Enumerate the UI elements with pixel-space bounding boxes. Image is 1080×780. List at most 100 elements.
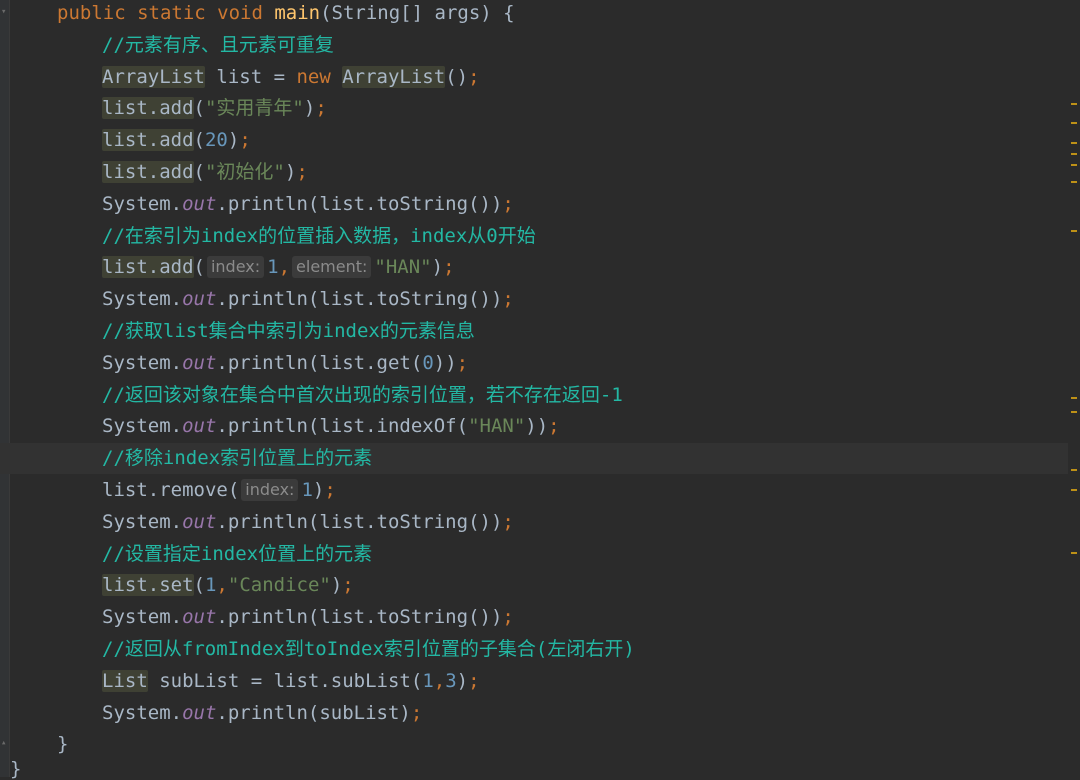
code-token: ; <box>502 192 514 215</box>
code-line[interactable]: list.add("初始化"); <box>0 157 1068 188</box>
code-token: new <box>296 65 343 88</box>
code-token: out <box>182 288 217 311</box>
code-token: ( <box>193 129 205 152</box>
code-token: subList = list.subList( <box>147 669 423 692</box>
code-token: 3 <box>445 669 457 692</box>
code-line[interactable]: System.out.println(list.toString()); <box>0 602 1068 633</box>
code-line[interactable]: //返回该对象在集合中首次出现的索引位置，若不存在返回-1 <box>0 380 1068 411</box>
code-token: System. <box>102 510 183 533</box>
code-token: ; <box>502 510 514 533</box>
code-line[interactable]: list.set(1,"Candice"); <box>0 570 1068 601</box>
code-token: ; <box>410 701 423 724</box>
warning-marker[interactable] <box>1071 181 1077 183</box>
code-line[interactable]: System.out.println(list.toString()); <box>0 507 1068 538</box>
code-token: ) <box>312 479 325 501</box>
warning-marker[interactable] <box>1071 411 1077 413</box>
code-token: 1 <box>301 479 313 501</box>
code-token: () <box>445 65 469 88</box>
code-token: ; <box>239 129 251 152</box>
code-token: "HAN" <box>468 415 526 438</box>
code-line[interactable]: //元素有序、且元素可重复 <box>0 30 1068 61</box>
code-line[interactable]: //设置指定index位置上的元素 <box>0 539 1068 570</box>
code-token: ; <box>502 606 514 629</box>
code-token: list.set <box>102 574 194 597</box>
code-token: .println(list.toString()) <box>216 510 503 533</box>
code-line[interactable]: System.out.println(list.toString()); <box>0 189 1068 220</box>
code-token: ) <box>330 574 343 597</box>
warning-marker[interactable] <box>1071 122 1077 124</box>
code-token: ) <box>284 161 297 183</box>
code-token: .println(list.get( <box>216 351 423 374</box>
code-token: //获取list集合中索引为index的元素信息 <box>102 320 475 342</box>
code-token: list = <box>204 65 297 88</box>
code-line[interactable]: list.add(20); <box>0 125 1068 156</box>
code-token: list.add <box>102 256 194 279</box>
code-token: .println(list.toString()) <box>216 192 503 215</box>
warning-marker[interactable] <box>1071 153 1077 155</box>
code-token: 1 <box>267 256 279 279</box>
code-line[interactable]: list.remove(index: 1); <box>0 475 1068 506</box>
parameter-hint: element: <box>292 256 372 279</box>
code-line[interactable]: //移除index索引位置上的元素 <box>0 443 1068 475</box>
code-token: System. <box>102 606 183 629</box>
warning-marker[interactable] <box>1071 142 1077 144</box>
code-token: "实用青年" <box>204 97 304 120</box>
code-token: } <box>57 733 69 756</box>
code-token: list.add <box>102 129 194 152</box>
code-token: 0 <box>422 351 434 374</box>
code-token: ( <box>193 161 205 183</box>
warning-marker[interactable] <box>1071 230 1077 232</box>
code-token: 1 <box>422 669 434 692</box>
code-token: ) <box>303 97 316 120</box>
code-token: out <box>182 351 217 374</box>
code-token: , <box>216 574 228 597</box>
code-token: ; <box>456 351 469 374</box>
code-token: list.remove( <box>102 479 240 501</box>
warning-marker[interactable] <box>1071 469 1077 471</box>
code-token: .println(list.indexOf( <box>216 415 469 438</box>
code-token: ( <box>193 574 205 597</box>
warning-marker[interactable] <box>1071 489 1077 491</box>
code-line[interactable]: System.out.println(subList); <box>0 698 1068 729</box>
code-token: System. <box>102 288 183 311</box>
code-token: ; <box>468 65 480 88</box>
code-line[interactable]: list.add("实用青年"); <box>0 93 1068 124</box>
code-token: ) <box>431 256 444 279</box>
code-line[interactable]: list.add(index: 1, element: "HAN"); <box>0 252 1068 283</box>
code-editor[interactable]: ▾ ▴ public static void main(String[] arg… <box>0 0 1080 780</box>
code-token: 20 <box>204 129 228 152</box>
code-line[interactable]: //返回从fromIndex到toIndex索引位置的子集合(左闭右开) <box>0 634 1068 665</box>
code-token: .println(subList) <box>216 701 411 724</box>
warning-marker[interactable] <box>1071 552 1077 554</box>
code-token: )) <box>525 415 549 438</box>
code-token: ; <box>342 574 354 597</box>
code-line[interactable]: System.out.println(list.get(0)); <box>0 348 1068 379</box>
code-token: ; <box>548 415 560 438</box>
error-stripe[interactable] <box>1068 0 1080 777</box>
class-closing-brace: } <box>10 758 22 780</box>
code-line[interactable]: } <box>0 729 1068 760</box>
code-token: 1 <box>204 574 217 597</box>
code-line[interactable]: //获取list集合中索引为index的元素信息 <box>0 316 1068 347</box>
code-line[interactable]: public static void main(String[] args) { <box>0 0 1068 29</box>
code-token: ArrayList <box>102 65 205 88</box>
code-token: System. <box>102 192 183 215</box>
code-line[interactable]: List subList = list.subList(1,3); <box>0 666 1068 697</box>
code-token: , <box>278 256 291 279</box>
code-token: //设置指定index位置上的元素 <box>102 542 373 565</box>
code-line[interactable]: System.out.println(list.indexOf("HAN")); <box>0 411 1068 442</box>
parameter-hint: index: <box>206 256 265 279</box>
code-token: System. <box>102 415 183 438</box>
warning-marker[interactable] <box>1071 103 1077 105</box>
warning-marker[interactable] <box>1071 164 1077 166</box>
parameter-hint: index: <box>241 479 299 501</box>
code-token: ( <box>193 256 205 279</box>
code-line[interactable]: System.out.println(list.toString()); <box>0 284 1068 315</box>
code-line[interactable]: //在索引为index的位置插入数据，index从0开始 <box>0 221 1068 252</box>
code-token: ; <box>324 479 336 501</box>
code-token: //在索引为index的位置插入数据，index从0开始 <box>102 224 536 247</box>
code-token: main <box>274 2 321 24</box>
code-token: ( <box>193 97 205 120</box>
warning-marker[interactable] <box>1071 397 1077 399</box>
code-line[interactable]: ArrayList list = new ArrayList(); <box>0 62 1068 93</box>
